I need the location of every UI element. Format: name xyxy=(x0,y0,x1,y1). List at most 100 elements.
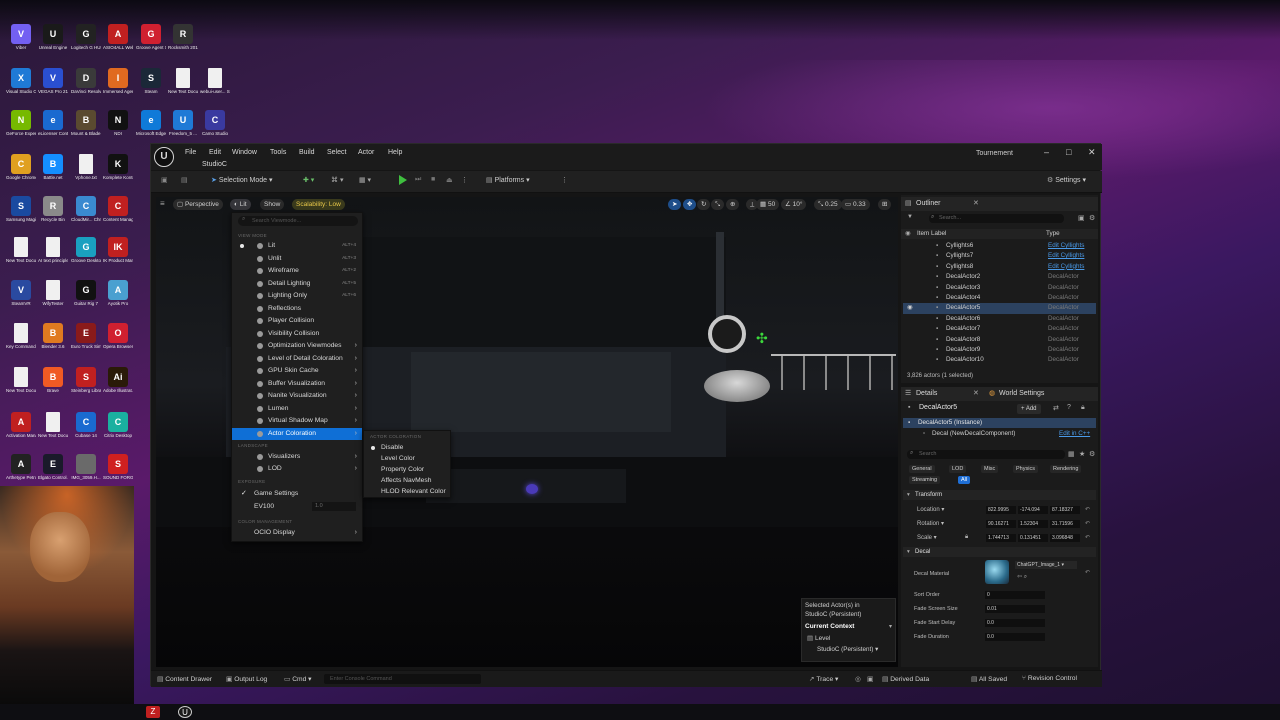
derived-data-button[interactable]: ▤ Derived Data xyxy=(882,675,929,683)
desktop-icon[interactable]: New Text Docume... xyxy=(6,367,36,393)
taskbar-app-icon[interactable]: Z xyxy=(146,706,160,718)
outliner-row[interactable]: ◉ ▪ DecalActor5 DecalActor xyxy=(903,303,1096,314)
camera-speed-button[interactable]: ▭ 0.33 xyxy=(841,199,870,210)
menu-select[interactable]: Select xyxy=(327,149,346,156)
desktop-icon[interactable]: C Camo Studio xyxy=(200,110,230,136)
desktop-icon[interactable]: B Battle.net xyxy=(38,154,68,180)
content-icon[interactable]: ▤ xyxy=(181,176,188,184)
hamburger-icon[interactable]: ≡ xyxy=(160,199,165,208)
outliner-row[interactable]: ▪ Cyllights6 Edit Cyllights xyxy=(903,241,1096,251)
menu-help[interactable]: Help xyxy=(388,149,402,156)
desktop-icon[interactable]: SSOUND FORGE Audi... xyxy=(103,454,133,480)
show-button[interactable]: Show xyxy=(260,199,285,210)
outliner-row[interactable]: ▪ DecalActor2 DecalActor xyxy=(903,272,1096,282)
desktop-icon[interactable]: XVisual Studio Code xyxy=(6,68,36,94)
outliner-row[interactable]: ▪ DecalActor7 DecalActor xyxy=(903,324,1096,334)
menu-item-ocio-display[interactable]: OCIO Display › xyxy=(232,527,362,539)
desktop-icon[interactable]: RRocksmith 2014 Editio... xyxy=(168,24,198,50)
desktop-icon[interactable]: R Recycle Bin xyxy=(38,196,68,222)
scale-y[interactable]: 0.131451 xyxy=(1018,534,1048,542)
scale-label[interactable]: Scale ▾ xyxy=(917,534,937,541)
menu-item-lit[interactable]: Lit ALT+4 xyxy=(232,240,362,252)
submenu-item-level-color[interactable]: Level Color xyxy=(364,453,452,464)
trace-button[interactable]: ↗ Trace ▾ xyxy=(809,675,838,683)
save-icon[interactable]: ▣ xyxy=(161,176,168,184)
desktop-icon[interactable]: B Blender 3.6 xyxy=(38,323,68,349)
menu-file[interactable]: File xyxy=(185,149,196,156)
help-icon[interactable]: ? xyxy=(1067,404,1071,411)
menu-item-visibility-collision[interactable]: Visibility Collision xyxy=(232,328,362,340)
menu-item-lod[interactable]: LOD › xyxy=(232,463,362,475)
outliner-search-input[interactable]: Search... xyxy=(929,214,1064,223)
settings-button[interactable]: ⚙ Settings ▾ xyxy=(1047,176,1086,184)
desktop-icon[interactable]: New Text Docume... xyxy=(6,237,36,263)
edit-type-link[interactable]: Edit Cyllights xyxy=(1048,251,1084,261)
desktop-icon[interactable]: N NDI xyxy=(103,110,133,136)
view-mode-button[interactable]: ◐ Lit xyxy=(230,199,251,210)
desktop-icon[interactable]: CContent Manager.e... xyxy=(103,196,133,222)
capture-icon[interactable]: ▣ xyxy=(867,675,873,683)
level-dropdown[interactable]: StudioC (Persistent) ▾ xyxy=(817,646,878,653)
favorite-icon[interactable]: ★ xyxy=(1079,450,1085,458)
desktop-icon[interactable]: VVEGAS Pro 21.0 xyxy=(38,68,68,94)
console-input[interactable]: Enter Console Command xyxy=(324,674,481,684)
close-icon[interactable]: ✕ xyxy=(1088,147,1096,158)
desktop-icon[interactable]: G Groove Desktop xyxy=(71,237,101,263)
menu-item-virtual-shadow-map[interactable]: Virtual Shadow Map › xyxy=(232,415,362,427)
edit-cpp-link[interactable]: Edit in C++ xyxy=(1059,429,1090,439)
selection-mode-button[interactable]: ➤ Selection Mode ▾ xyxy=(211,176,273,184)
context-dropdown-icon[interactable]: ▾ xyxy=(889,623,892,630)
location-label[interactable]: Location ▾ xyxy=(917,506,944,513)
desktop-icon[interactable]: Key Commands.txt xyxy=(6,323,36,349)
transform-section[interactable]: ▾ Transform xyxy=(903,490,1096,500)
blueprint-convert-icon[interactable]: ⇄ xyxy=(1053,404,1059,412)
scale-snap-button[interactable]: ⤡ 0.25 xyxy=(814,199,842,210)
edit-type-link[interactable]: Edit Cyllights xyxy=(1048,262,1084,272)
desktop-icon[interactable]: O Opera Browser xyxy=(103,323,133,349)
details-search-input[interactable]: Search xyxy=(907,450,1065,459)
menu-edit[interactable]: Edit xyxy=(209,149,221,156)
outliner-row[interactable]: ▪ DecalActor6 DecalActor xyxy=(903,314,1096,324)
reset-location-icon[interactable]: ↶ xyxy=(1085,506,1090,513)
rotation-snap-button[interactable]: ∠ 10° xyxy=(781,199,807,210)
eject-icon[interactable]: ⏏ xyxy=(446,176,453,184)
rotation-x[interactable]: 90.16271 xyxy=(986,520,1016,528)
turntable-object[interactable]: ✣ xyxy=(704,310,774,402)
desktop-icon[interactable]: BMount & Blade II B... xyxy=(71,110,101,136)
outliner-row[interactable]: ▪ DecalActor3 DecalActor xyxy=(903,283,1096,293)
all-saved-button[interactable]: ▤ All Saved xyxy=(971,675,1007,683)
add-folder-icon[interactable]: ▣ xyxy=(1078,214,1085,222)
menu-actor[interactable]: Actor xyxy=(358,149,374,156)
outliner-settings-icon[interactable]: ⚙ xyxy=(1089,214,1095,222)
grid-view-icon[interactable]: ▦ xyxy=(1068,450,1075,458)
filter-streaming[interactable]: Streaming xyxy=(909,476,941,484)
rotation-y[interactable]: 1.52304 xyxy=(1018,520,1048,528)
desktop-icon[interactable]: SSteinberg Library M... xyxy=(71,367,101,393)
browse-asset-icon[interactable]: ⇦ ⌕ xyxy=(1017,573,1027,581)
desktop-icon[interactable]: AASIO4ALL Web Site xyxy=(103,24,133,50)
menu-item-optimization-viewmodes[interactable]: Optimization Viewmodes › xyxy=(232,340,362,352)
edit-type-link[interactable]: Edit Cyllights xyxy=(1048,241,1084,251)
instance-row[interactable]: ▪ DecalActor5 (Instance) xyxy=(903,418,1096,428)
scalability-button[interactable]: Scalability: Low xyxy=(292,199,345,210)
desktop-icon[interactable]: Vphone.txt xyxy=(71,154,101,180)
tab-world-settings[interactable]: World Settings xyxy=(999,387,1044,401)
desktop-icon[interactable]: V Viber xyxy=(6,24,36,50)
desktop-icon[interactable]: U Freedom_5 ... xyxy=(168,110,198,136)
filter-general[interactable]: General xyxy=(909,465,935,473)
desktop-icon[interactable]: New Text Docume... xyxy=(168,68,198,94)
menu-build[interactable]: Build xyxy=(299,149,315,156)
menu-item-lighting-only[interactable]: Lighting Only ALT+6 xyxy=(232,290,362,302)
desktop-icon[interactable]: eeLicenser Control... xyxy=(38,110,68,136)
menu-tools[interactable]: Tools xyxy=(270,149,286,156)
desktop-icon[interactable]: U Unreal Engine xyxy=(38,24,68,50)
rotate-tool-icon[interactable]: ↻ xyxy=(697,199,711,210)
component-row[interactable]: ▫ Decal (NewDecalComponent) Edit in C++ xyxy=(903,429,1096,439)
visibility-icon[interactable]: ◉ xyxy=(905,229,911,239)
menu-item-game-settings[interactable]: ✓ Game Settings xyxy=(232,488,362,500)
menu-item-reflections[interactable]: Reflections xyxy=(232,303,362,315)
tab-details[interactable]: Details xyxy=(916,387,937,401)
scale-x[interactable]: 1.744713 xyxy=(986,534,1016,542)
filter-physics[interactable]: Physics xyxy=(1013,465,1038,473)
actor-name[interactable]: DecalActor5 xyxy=(919,404,957,411)
